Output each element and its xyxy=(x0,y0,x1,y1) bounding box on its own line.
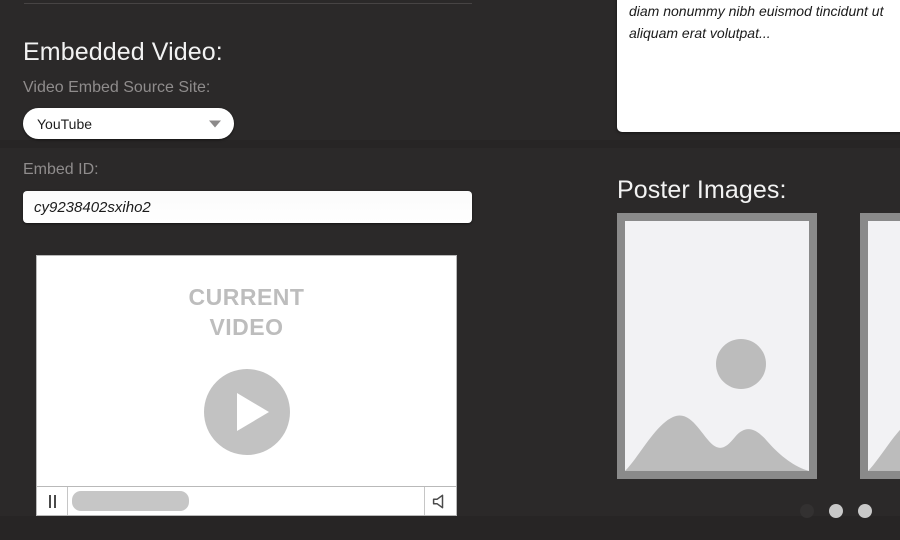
seek-bar[interactable] xyxy=(68,487,424,515)
video-placeholder-label: CURRENT VIDEO xyxy=(37,282,456,342)
carousel-dot[interactable] xyxy=(829,504,843,518)
embed-id-input[interactable]: cy9238402sxiho2 xyxy=(23,191,472,223)
video-settings-panel: Embedded Video: Video Embed Source Site:… xyxy=(0,0,900,540)
carousel-dot[interactable] xyxy=(858,504,872,518)
embed-id-label: Embed ID: xyxy=(23,161,99,178)
image-placeholder-icon xyxy=(625,221,809,471)
video-stage: CURRENT VIDEO xyxy=(37,256,456,485)
chevron-down-icon xyxy=(209,120,221,127)
video-placeholder-line-2: VIDEO xyxy=(209,314,284,340)
video-controls-bar xyxy=(37,486,456,515)
embedded-video-column: Embedded Video: Video Embed Source Site:… xyxy=(0,0,500,540)
source-site-selected-value: YouTube xyxy=(37,115,93,132)
mountain-shape xyxy=(625,415,809,471)
source-site-label: Video Embed Source Site: xyxy=(23,79,211,96)
poster-thumbnail[interactable] xyxy=(860,213,900,479)
play-icon xyxy=(236,393,269,431)
pause-button[interactable] xyxy=(37,487,68,515)
embed-id-value: cy9238402sxiho2 xyxy=(34,198,151,216)
source-site-select[interactable]: YouTube xyxy=(23,108,234,139)
speaker-icon xyxy=(432,494,444,508)
page-title: Embedded Video: xyxy=(23,38,223,66)
poster-thumbnail[interactable] xyxy=(617,213,817,479)
mountain-shape xyxy=(868,430,900,471)
carousel-dot[interactable] xyxy=(800,504,814,518)
description-text: diam nonummy nibh euismod tincidunt ut a… xyxy=(629,3,884,41)
play-button[interactable] xyxy=(203,369,290,455)
video-placeholder-line-1: CURRENT xyxy=(188,284,305,310)
description-textarea[interactable]: diam nonummy nibh euismod tincidunt ut a… xyxy=(617,0,900,132)
pause-icon xyxy=(48,494,56,508)
poster-carousel[interactable] xyxy=(617,213,900,479)
video-player[interactable]: CURRENT VIDEO xyxy=(36,255,457,516)
poster-images-title: Poster Images: xyxy=(617,176,787,204)
seek-progress xyxy=(72,491,190,511)
carousel-pagination xyxy=(800,504,872,518)
sun-shape xyxy=(716,339,766,389)
poster-column: diam nonummy nibh euismod tincidunt ut a… xyxy=(500,0,900,540)
volume-button[interactable] xyxy=(424,487,456,515)
image-placeholder-icon xyxy=(868,221,900,471)
